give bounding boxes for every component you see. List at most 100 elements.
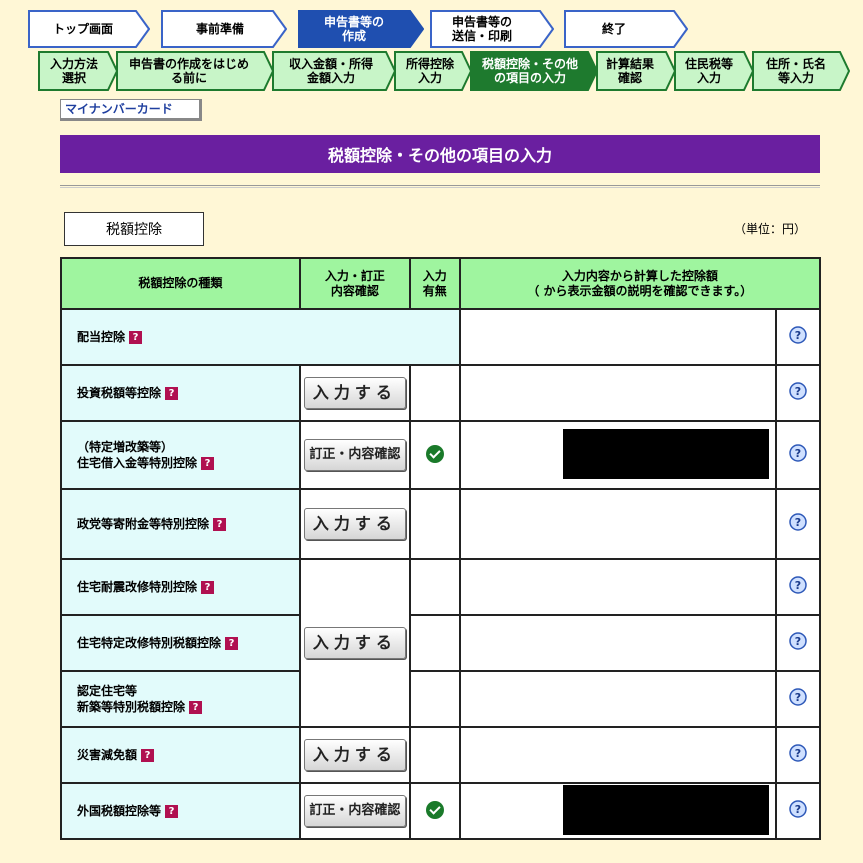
unit-label: （単位：円） — [733, 222, 806, 236]
row-name: 外国税額控除等 — [77, 804, 162, 818]
substep-address-name: 住所・氏名 等入力 — [752, 51, 850, 91]
input-button[interactable]: 入力する — [303, 508, 406, 540]
substep-input-method: 入力方法 選択 — [38, 51, 118, 91]
svg-text:?: ? — [795, 803, 801, 816]
svg-text:?: ? — [795, 635, 801, 648]
help-bubble-icon[interactable]: ? — [787, 443, 809, 465]
row-name-cell: 政党等寄附金等特別控除? — [60, 488, 301, 560]
row-name: 住宅耐震改修特別控除 — [77, 580, 198, 594]
input-button[interactable]: 入力する — [303, 739, 406, 771]
substep-income-input: 収入金額・所得 金額入力 — [272, 51, 396, 91]
status-cell — [408, 614, 461, 672]
edit-confirm-button[interactable]: 訂正・内容確認 — [303, 795, 406, 827]
section-label: 税額控除 — [64, 212, 204, 246]
header-action: 入力・訂正 内容確認 — [298, 257, 411, 310]
help-icon[interactable]: ? — [201, 457, 215, 470]
help-icon[interactable]: ? — [129, 331, 143, 344]
input-button[interactable]: 入力する — [303, 377, 406, 409]
row-name: 認定住宅等 新築等特別税額控除 — [77, 684, 186, 714]
header-amount-line2: （ から表示金額の説明を確認できます。） — [527, 283, 753, 298]
input-button[interactable]: 入力する — [303, 627, 406, 659]
help-icon[interactable]: ? — [189, 701, 203, 714]
row-name-cell: （特定増改築等） 住宅借入金等特別控除? — [60, 420, 301, 490]
check-icon — [425, 444, 444, 463]
table-row: 投資税額等控除? 入力する ? — [60, 364, 821, 422]
help-bubble-icon[interactable]: ? — [787, 687, 809, 709]
svg-text:?: ? — [795, 447, 801, 460]
step-label: 申告書等の 作成 — [323, 15, 384, 43]
step-label: 事前準備 — [195, 22, 244, 36]
row-name-cell: 外国税額控除等? — [60, 782, 301, 840]
substep-before-start: 申告書の作成をはじめ る前に — [116, 51, 274, 91]
substep-label: 住民税等 入力 — [684, 57, 733, 85]
table-row: 配当控除? ? — [60, 308, 821, 366]
amount-cell — [458, 308, 778, 366]
table-header-row: 税額控除の種類 入力・訂正 内容確認 入力 有無 入力内容から計算した控除額 （… — [60, 257, 822, 310]
status-cell — [408, 420, 461, 490]
help-icon[interactable]: ? — [213, 518, 227, 531]
row-name: （特定増改築等） 住宅借入金等特別控除 — [77, 440, 198, 470]
row-name: 配当控除 — [77, 330, 126, 344]
help-bubble-icon[interactable]: ? — [787, 631, 809, 653]
amount-help-cell: ? — [775, 782, 821, 840]
amount-cell — [458, 488, 778, 560]
step-label: 終了 — [601, 22, 626, 36]
amount-cell — [458, 614, 778, 672]
action-cell: 入力する — [298, 364, 411, 422]
help-bubble-icon[interactable]: ? — [787, 575, 809, 597]
amount-help-cell: ? — [775, 726, 821, 784]
svg-text:?: ? — [795, 691, 801, 704]
substep-label: 申告書の作成をはじめ る前に — [128, 57, 249, 85]
row-name: 災害減免額 — [77, 748, 138, 762]
svg-text:?: ? — [795, 579, 801, 592]
status-cell — [408, 558, 461, 616]
row-name: 投資税額等控除 — [77, 386, 162, 400]
row-name-cell: 災害減免額? — [60, 726, 301, 784]
help-bubble-icon[interactable]: ? — [787, 381, 809, 403]
amount-cell — [458, 670, 778, 728]
action-cell: 訂正・内容確認 — [298, 782, 411, 840]
mynumber-card-tab[interactable]: マイナンバーカード — [60, 99, 202, 121]
tax-credit-table: 税額控除の種類 入力・訂正 内容確認 入力 有無 入力内容から計算した控除額 （… — [60, 257, 822, 840]
action-cell: 訂正・内容確認 — [298, 420, 411, 490]
amount-help-cell: ? — [775, 558, 821, 616]
help-icon[interactable]: ? — [201, 581, 215, 594]
table-row: 外国税額控除等? 訂正・内容確認 ? — [60, 782, 821, 840]
redacted-amount — [563, 784, 770, 835]
page-title: 税額控除・その他の項目の入力 — [60, 135, 820, 173]
step-send-print: 申告書等の 送信・印刷 — [430, 10, 554, 48]
substep-label: 収入金額・所得 金額入力 — [288, 57, 373, 85]
help-bubble-icon[interactable]: ? — [787, 325, 809, 347]
substep-label: 住所・氏名 等入力 — [765, 57, 826, 85]
header-status: 入力 有無 — [408, 257, 461, 310]
table-row: 災害減免額? 入力する ? — [60, 726, 821, 784]
row-name-cell: 投資税額等控除? — [60, 364, 301, 422]
row-name-cell: 住宅耐震改修特別控除? — [60, 558, 301, 616]
help-bubble-icon[interactable]: ? — [787, 512, 809, 534]
amount-cell — [458, 364, 778, 422]
action-cell: 入力する — [298, 558, 411, 728]
amount-cell — [458, 558, 778, 616]
svg-text:?: ? — [795, 385, 801, 398]
row-name-cell: 認定住宅等 新築等特別税額控除? — [60, 670, 301, 728]
help-icon[interactable]: ? — [165, 805, 179, 818]
amount-help-cell: ? — [775, 420, 821, 490]
status-cell — [408, 782, 461, 840]
header-amount: 入力内容から計算した控除額 （ から表示金額の説明を確認できます。） — [458, 257, 822, 310]
help-bubble-icon[interactable]: ? — [787, 799, 809, 821]
help-bubble-icon[interactable]: ? — [787, 743, 809, 765]
substep-label: 計算結果 確認 — [605, 57, 654, 85]
header-type: 税額控除の種類 — [60, 257, 301, 310]
substep-tax-credit: 税額控除・その他 の項目の入力 — [470, 51, 598, 91]
substep-result: 計算結果 確認 — [596, 51, 676, 91]
substep-label: 入力方法 選択 — [49, 57, 98, 85]
help-icon[interactable]: ? — [225, 637, 239, 650]
action-cell: 入力する — [298, 726, 411, 784]
help-icon[interactable]: ? — [165, 387, 179, 400]
title-divider — [60, 185, 820, 188]
row-name: 住宅特定改修特別税額控除 — [77, 636, 222, 650]
amount-cell — [458, 782, 778, 840]
edit-confirm-button[interactable]: 訂正・内容確認 — [303, 439, 406, 471]
help-icon[interactable]: ? — [141, 749, 155, 762]
amount-help-cell: ? — [775, 488, 821, 560]
